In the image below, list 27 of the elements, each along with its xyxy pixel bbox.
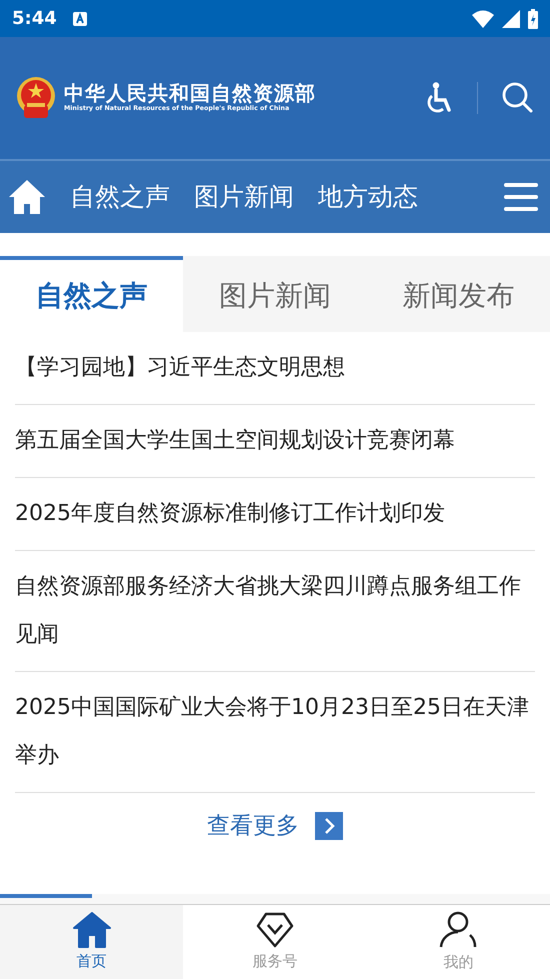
bottom-tab[interactable]: 首页 bbox=[0, 905, 184, 979]
home-icon bbox=[72, 912, 111, 948]
search-icon[interactable] bbox=[502, 82, 534, 114]
news-item[interactable]: 2025中国国际矿业大会将于10月23日至25日在天津举办 bbox=[15, 672, 535, 793]
notification-icon bbox=[72, 12, 87, 26]
menu-icon[interactable] bbox=[504, 182, 538, 212]
nav-link[interactable]: 图片新闻 bbox=[194, 178, 294, 216]
accessibility-icon[interactable] bbox=[425, 82, 453, 114]
signal-icon bbox=[502, 10, 520, 28]
wifi-icon bbox=[472, 10, 494, 28]
chevron-right-icon[interactable] bbox=[315, 812, 343, 840]
nav-link[interactable]: 地方动态 bbox=[318, 178, 418, 216]
diamond-icon bbox=[256, 912, 294, 948]
battery-icon bbox=[528, 8, 538, 28]
news-item[interactable]: 自然资源部服务经济大省挑大梁四川蹲点服务组工作见闻 bbox=[15, 551, 535, 672]
tab[interactable]: 新闻发布 bbox=[366, 256, 550, 332]
status-time: 5:44 bbox=[12, 7, 57, 31]
nav-link[interactable]: 自然之声 bbox=[70, 178, 170, 216]
user-icon bbox=[439, 910, 478, 949]
view-more-link[interactable]: 查看更多 bbox=[207, 809, 299, 844]
news-item[interactable]: 2025年度自然资源标准制修订工作计划印发 bbox=[15, 478, 535, 551]
news-item[interactable]: 第五届全国大学生国土空间规划设计竞赛闭幕 bbox=[15, 405, 535, 478]
news-item[interactable]: 【学习园地】习近平生态文明思想 bbox=[15, 332, 535, 405]
emblem-icon bbox=[16, 77, 56, 119]
ministry-title: 中华人民共和国自然资源部 bbox=[64, 82, 316, 104]
tab[interactable]: 图片新闻 bbox=[183, 256, 367, 332]
home-icon[interactable] bbox=[8, 179, 46, 215]
